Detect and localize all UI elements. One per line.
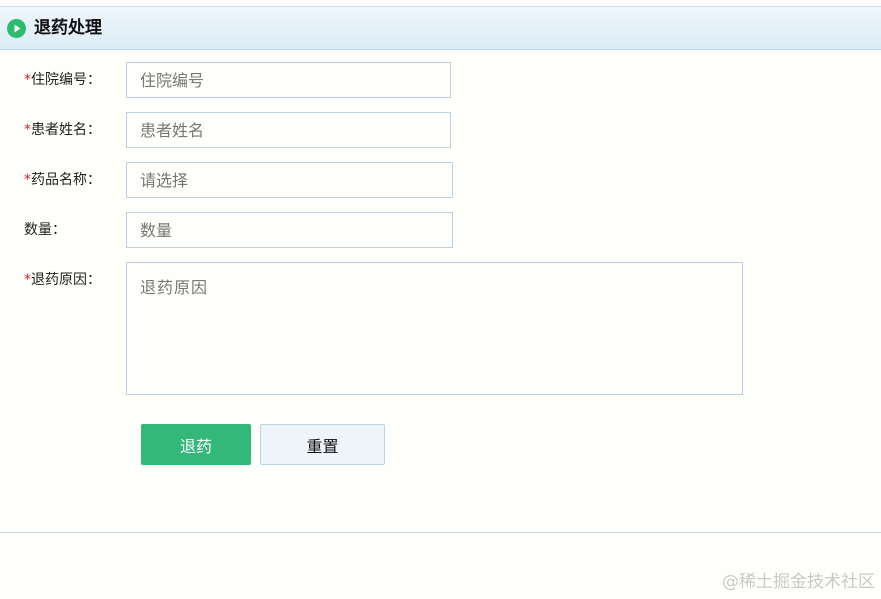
return-drug-button[interactable]: 退药 xyxy=(141,424,251,465)
hospital-no-input[interactable] xyxy=(126,62,451,98)
reset-button[interactable]: 重置 xyxy=(260,424,385,465)
watermark: @稀土掘金技术社区 xyxy=(722,572,875,592)
top-border xyxy=(0,0,881,7)
required-mark: * xyxy=(24,72,31,88)
patient-name-input[interactable] xyxy=(126,112,451,148)
panel-header: 退药处理 xyxy=(0,7,881,50)
bottom-divider xyxy=(0,532,881,533)
quantity-input[interactable] xyxy=(126,212,453,248)
quantity-label: 数量： xyxy=(24,220,66,240)
required-mark: * xyxy=(24,272,31,288)
reason-label-text: 退药原因： xyxy=(31,272,101,288)
reason-label: *退药原因： xyxy=(24,270,101,290)
required-mark: * xyxy=(24,122,31,138)
hospital-no-label-text: 住院编号： xyxy=(31,72,101,88)
drug-name-select[interactable] xyxy=(126,162,453,198)
patient-name-label: *患者姓名： xyxy=(24,120,101,140)
play-circle-icon xyxy=(7,19,26,38)
patient-name-label-text: 患者姓名： xyxy=(31,122,101,138)
page-title: 退药处理 xyxy=(34,18,102,38)
drug-name-label: *药品名称： xyxy=(24,170,101,190)
drug-name-label-text: 药品名称： xyxy=(31,172,101,188)
quantity-label-text: 数量： xyxy=(24,222,66,238)
hospital-no-label: *住院编号： xyxy=(24,70,101,90)
page: 退药处理 *住院编号： *患者姓名： *药品名称： 数量： *退药原因： 退药 … xyxy=(0,0,881,599)
reason-textarea[interactable] xyxy=(126,262,743,395)
required-mark: * xyxy=(24,172,31,188)
